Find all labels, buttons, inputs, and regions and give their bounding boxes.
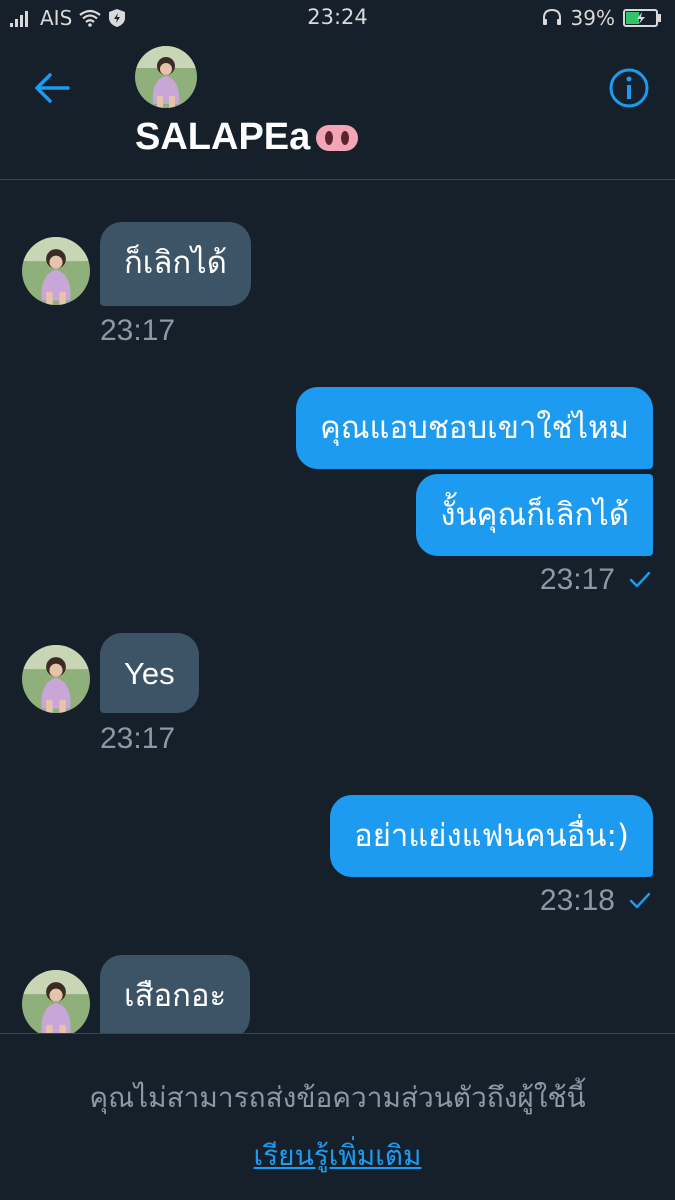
profile-photo (22, 970, 90, 1038)
sent-check-icon (629, 571, 651, 588)
profile-photo (22, 645, 90, 713)
battery-percent: 39% (570, 6, 615, 30)
timestamp-text: 23:18 (539, 884, 615, 917)
dm-disabled-notice: คุณไม่สามารถส่งข้อความส่วนตัวถึงผู้ใช้นี… (0, 1033, 675, 1200)
status-bar: AIS 23:24 39% (0, 0, 675, 36)
dm-screen: AIS 23:24 39% SALAPEa ก็เลิกได้ 23:17 คุ… (0, 0, 675, 1200)
cannot-message-text: คุณไม่สามารถส่งข้อความส่วนตัวถึงผู้ใช้นี… (89, 1081, 586, 1114)
message-timestamp: 23:18 (540, 884, 651, 918)
sent-check-icon (629, 892, 651, 909)
outgoing-message[interactable]: คุณแอบชอบเขาใช่ไหม (296, 387, 653, 469)
message-timestamp: 23:17 (540, 563, 651, 597)
sender-avatar[interactable] (22, 970, 90, 1038)
profile-photo (22, 237, 90, 305)
contact-name: SALAPEa (135, 116, 360, 159)
timestamp-text: 23:17 (100, 722, 176, 755)
incoming-message[interactable]: เสือกอะ (100, 955, 251, 1039)
learn-more-link[interactable]: เรียนรู้เพิ่มเติม (254, 1134, 422, 1178)
header-avatar[interactable] (135, 46, 197, 108)
contact-name-text: SALAPEa (135, 116, 311, 158)
timestamp-text: 23:17 (539, 563, 615, 596)
headset-icon (542, 8, 561, 25)
info-button[interactable] (607, 66, 651, 110)
timestamp-text: 23:17 (100, 314, 176, 347)
message-timestamp: 23:17 (100, 722, 175, 756)
conversation-header: SALAPEa (0, 36, 675, 180)
pig-nose-emoji-icon (316, 124, 359, 151)
battery-charging-icon (623, 9, 661, 27)
message-timestamp: 23:17 (100, 314, 175, 348)
incoming-message[interactable]: ก็เลิกได้ (100, 222, 251, 306)
sender-avatar[interactable] (22, 645, 90, 713)
outgoing-message[interactable]: อย่าแย่งแฟนคนอื่น:) (330, 795, 653, 877)
status-right: 39% (541, 6, 663, 30)
info-icon (609, 68, 649, 108)
back-arrow-icon (35, 73, 70, 103)
sender-avatar[interactable] (22, 237, 90, 305)
outgoing-message[interactable]: งั้นคุณก็เลิกได้ (416, 474, 653, 556)
incoming-message[interactable]: Yes (100, 633, 199, 713)
profile-photo (135, 46, 197, 108)
back-button[interactable] (30, 66, 74, 110)
